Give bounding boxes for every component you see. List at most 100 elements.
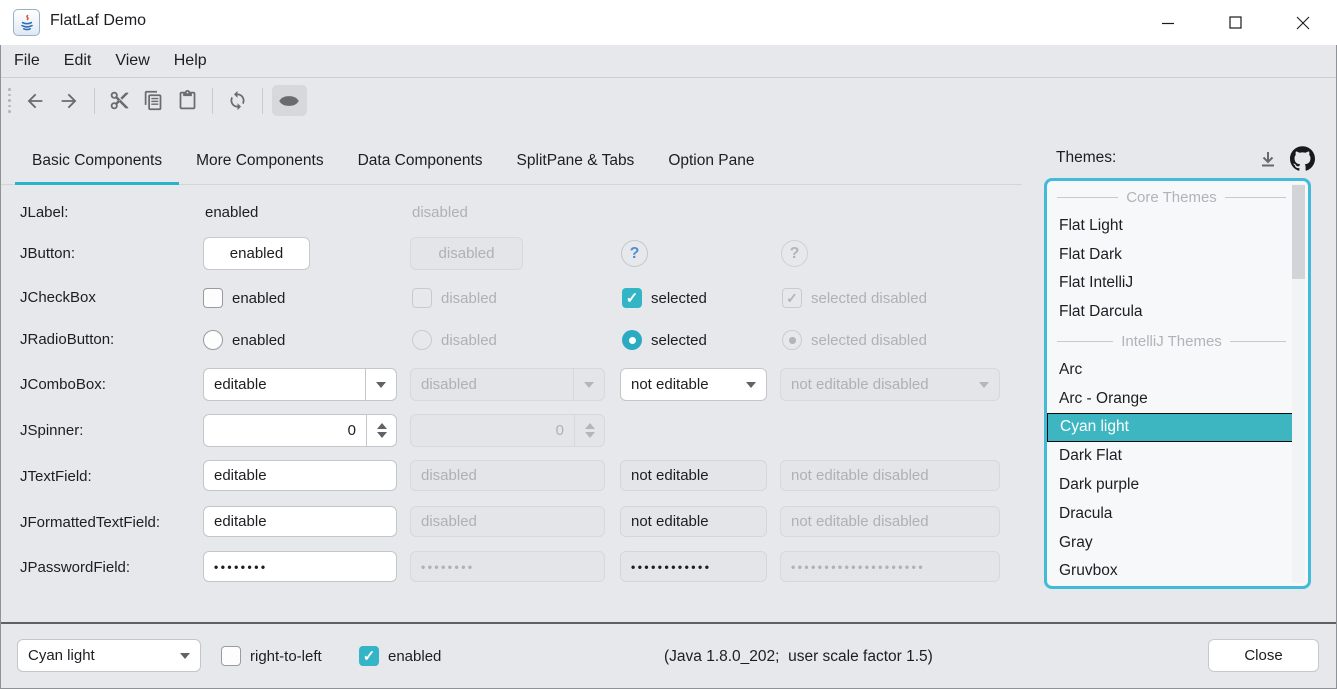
radio-circle-selected[interactable] xyxy=(622,330,642,350)
radio-circle[interactable] xyxy=(203,330,223,350)
combobox-dropdown-button[interactable] xyxy=(736,369,766,400)
theme-item-dark-purple[interactable]: Dark purple xyxy=(1047,471,1294,500)
show-toggle-button[interactable] xyxy=(272,85,307,116)
toolbar xyxy=(1,77,1336,123)
refresh-icon xyxy=(227,90,248,111)
menu-file[interactable]: File xyxy=(2,45,52,77)
jbutton-disabled: disabled xyxy=(410,237,523,270)
toolbar-separator xyxy=(262,88,263,114)
formattedtextfield-disabled xyxy=(410,506,605,537)
right-to-left-checkbox[interactable]: right-to-left xyxy=(221,646,322,666)
checkbox-box-checked[interactable] xyxy=(622,288,642,308)
eye-icon xyxy=(278,90,300,112)
jpasswordfield-row-label: JPasswordField: xyxy=(20,559,130,576)
forward-button[interactable] xyxy=(54,87,85,115)
theme-item-arc[interactable]: Arc xyxy=(1047,356,1294,385)
radio-circle xyxy=(412,330,432,350)
spinner-enabled[interactable] xyxy=(203,414,397,447)
theme-item-arc-orange[interactable]: Arc - Orange xyxy=(1047,385,1294,414)
close-button[interactable]: Close xyxy=(1208,639,1319,672)
download-themes-button[interactable] xyxy=(1256,147,1280,171)
theme-item-flat-intellij[interactable]: Flat IntelliJ xyxy=(1047,269,1294,298)
tab-basic-components[interactable]: Basic Components xyxy=(15,140,179,184)
menu-bar: File Edit View Help xyxy=(1,45,1336,77)
formattedtextfield-editable[interactable] xyxy=(203,506,397,537)
combobox-editable[interactable]: editable xyxy=(203,368,397,401)
tab-splitpane-tabs[interactable]: SplitPane & Tabs xyxy=(500,140,652,184)
chevron-down-icon xyxy=(746,382,756,388)
tab-option-pane[interactable]: Option Pane xyxy=(651,140,771,184)
themes-scrollbar-thumb[interactable] xyxy=(1292,185,1305,279)
arrow-right-icon xyxy=(58,90,80,112)
theme-item-cyan-light[interactable]: Cyan light xyxy=(1047,413,1294,442)
spinner-buttons[interactable] xyxy=(366,415,396,446)
radio-circle-selected xyxy=(782,330,802,350)
copy-button[interactable] xyxy=(138,87,169,115)
combobox-dropdown-button[interactable] xyxy=(170,640,200,671)
combobox-not-editable-disabled: not editable disabled xyxy=(780,368,1000,401)
theme-item-gruvbox[interactable]: Gruvbox xyxy=(1047,557,1294,586)
chevron-up-icon xyxy=(585,423,595,429)
toolbar-separator xyxy=(212,88,213,114)
scissors-icon xyxy=(109,90,130,111)
theme-item-flat-light[interactable]: Flat Light xyxy=(1047,212,1294,241)
close-window-button[interactable] xyxy=(1280,0,1326,45)
formattedtextfield-not-editable[interactable] xyxy=(620,506,767,537)
refresh-button[interactable] xyxy=(222,87,253,115)
java-cup-icon xyxy=(13,9,40,36)
jbutton-enabled[interactable]: enabled xyxy=(203,237,310,270)
minimize-button[interactable] xyxy=(1145,0,1191,45)
themes-scrollbar[interactable] xyxy=(1292,184,1305,583)
maximize-button[interactable] xyxy=(1212,0,1258,45)
checkbox-box[interactable] xyxy=(203,288,223,308)
themes-list: Core Themes Flat Light Flat Dark Flat In… xyxy=(1044,178,1311,589)
checkbox-selected-disabled: selected disabled xyxy=(782,288,927,308)
paste-button[interactable] xyxy=(172,87,203,115)
arrow-left-icon xyxy=(24,90,46,112)
window-title: FlatLaf Demo xyxy=(50,12,146,30)
tab-more-components[interactable]: More Components xyxy=(179,140,341,184)
checkbox-enabled[interactable]: enabled xyxy=(203,288,285,308)
jbutton-help[interactable]: ? xyxy=(621,240,648,267)
question-mark-icon: ? xyxy=(790,245,800,263)
passwordfield-not-editable-disabled xyxy=(780,551,1000,582)
spinner-input xyxy=(411,415,574,446)
theme-selector-combobox[interactable]: Cyan light xyxy=(17,639,201,672)
github-button[interactable] xyxy=(1288,144,1316,172)
chevron-down-icon xyxy=(180,653,190,659)
spinner-input[interactable] xyxy=(204,415,366,446)
textfield-not-editable[interactable] xyxy=(620,460,767,491)
toolbar-grip-handle[interactable] xyxy=(8,88,11,113)
passwordfield-not-editable[interactable] xyxy=(620,551,767,582)
menu-help[interactable]: Help xyxy=(162,45,219,77)
back-button[interactable] xyxy=(20,87,51,115)
theme-item-flat-darcula[interactable]: Flat Darcula xyxy=(1047,298,1294,327)
theme-item-gray[interactable]: Gray xyxy=(1047,529,1294,558)
cut-button[interactable] xyxy=(104,87,135,115)
enabled-checkbox[interactable]: enabled xyxy=(359,646,441,666)
jlabel-enabled: enabled xyxy=(205,204,258,221)
checkbox-box-checked[interactable] xyxy=(359,646,379,666)
passwordfield-editable[interactable] xyxy=(203,551,397,582)
combobox-dropdown-button xyxy=(573,369,604,400)
combobox-dropdown-button[interactable] xyxy=(365,369,396,400)
tab-data-components[interactable]: Data Components xyxy=(341,140,500,184)
checkbox-selected[interactable]: selected xyxy=(622,288,707,308)
spinner-buttons xyxy=(574,415,604,446)
chevron-down-icon xyxy=(376,382,386,388)
radio-enabled[interactable]: enabled xyxy=(203,330,285,350)
question-mark-icon: ? xyxy=(630,245,640,263)
menu-view[interactable]: View xyxy=(103,45,161,77)
menu-edit[interactable]: Edit xyxy=(52,45,104,77)
themes-label: Themes: xyxy=(1056,149,1116,167)
combobox-not-editable[interactable]: not editable xyxy=(620,368,767,401)
chevron-down-icon xyxy=(377,432,387,438)
theme-item-dracula[interactable]: Dracula xyxy=(1047,500,1294,529)
checkbox-box[interactable] xyxy=(221,646,241,666)
radio-selected[interactable]: selected xyxy=(622,330,707,350)
textfield-editable[interactable] xyxy=(203,460,397,491)
radio-disabled: disabled xyxy=(412,330,497,350)
jlabel-disabled: disabled xyxy=(412,204,468,221)
theme-item-flat-dark[interactable]: Flat Dark xyxy=(1047,241,1294,270)
theme-item-dark-flat[interactable]: Dark Flat xyxy=(1047,442,1294,471)
